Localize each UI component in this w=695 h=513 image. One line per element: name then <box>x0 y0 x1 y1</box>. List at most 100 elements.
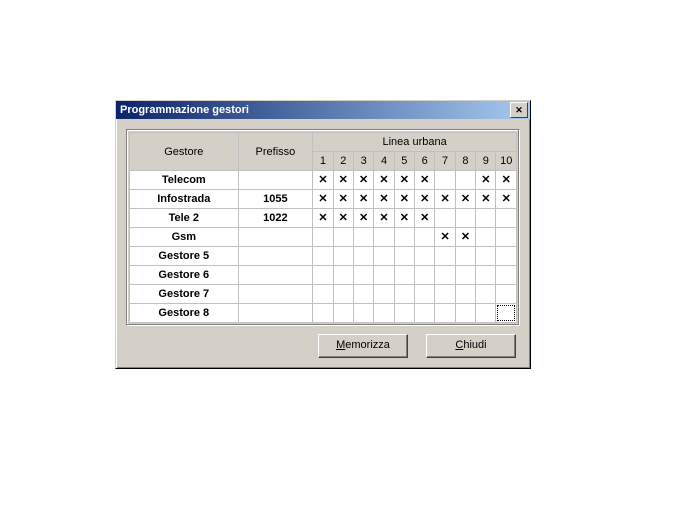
line-cell[interactable] <box>374 171 394 190</box>
line-cell[interactable] <box>496 209 517 228</box>
header-line-7[interactable]: 7 <box>435 152 455 171</box>
line-cell[interactable] <box>313 266 333 285</box>
line-cell[interactable] <box>394 209 414 228</box>
prefisso-cell[interactable]: 1055 <box>238 190 313 209</box>
line-cell[interactable] <box>415 190 435 209</box>
prefisso-cell[interactable] <box>238 247 313 266</box>
header-line-2[interactable]: 2 <box>333 152 353 171</box>
line-cell[interactable] <box>333 209 353 228</box>
line-cell[interactable] <box>313 209 333 228</box>
line-cell[interactable] <box>313 304 333 323</box>
line-cell[interactable] <box>394 304 414 323</box>
line-cell[interactable] <box>353 190 373 209</box>
line-cell[interactable] <box>394 171 414 190</box>
line-cell[interactable] <box>435 285 455 304</box>
line-cell[interactable] <box>435 171 455 190</box>
line-cell[interactable] <box>476 190 496 209</box>
line-cell[interactable] <box>455 247 475 266</box>
gestore-cell[interactable]: Telecom <box>130 171 239 190</box>
line-cell[interactable] <box>435 304 455 323</box>
line-cell[interactable] <box>394 228 414 247</box>
line-cell[interactable] <box>455 209 475 228</box>
line-cell[interactable] <box>476 171 496 190</box>
line-cell[interactable] <box>455 190 475 209</box>
line-cell[interactable] <box>476 228 496 247</box>
line-cell[interactable] <box>455 285 475 304</box>
line-cell[interactable] <box>333 171 353 190</box>
line-cell[interactable] <box>313 190 333 209</box>
gestore-cell[interactable]: Tele 2 <box>130 209 239 228</box>
gestore-cell[interactable]: Gestore 7 <box>130 285 239 304</box>
line-cell[interactable] <box>394 190 414 209</box>
line-cell[interactable] <box>313 247 333 266</box>
line-cell[interactable] <box>394 247 414 266</box>
line-cell[interactable] <box>353 171 373 190</box>
line-cell[interactable] <box>496 247 517 266</box>
line-cell[interactable] <box>435 209 455 228</box>
gestore-cell[interactable]: Gestore 5 <box>130 247 239 266</box>
header-line-1[interactable]: 1 <box>313 152 333 171</box>
close-button[interactable]: ✕ <box>510 102 528 118</box>
line-cell[interactable] <box>415 247 435 266</box>
header-line-8[interactable]: 8 <box>455 152 475 171</box>
line-cell[interactable] <box>496 190 517 209</box>
line-cell[interactable] <box>415 266 435 285</box>
line-cell[interactable] <box>353 304 373 323</box>
gestore-cell[interactable]: Gsm <box>130 228 239 247</box>
line-cell[interactable] <box>455 228 475 247</box>
line-cell[interactable] <box>374 285 394 304</box>
line-cell[interactable] <box>333 304 353 323</box>
line-cell[interactable] <box>415 209 435 228</box>
header-line-4[interactable]: 4 <box>374 152 394 171</box>
line-cell[interactable] <box>496 171 517 190</box>
line-cell[interactable] <box>455 304 475 323</box>
line-cell[interactable] <box>333 190 353 209</box>
line-cell[interactable] <box>374 190 394 209</box>
line-cell[interactable] <box>496 285 517 304</box>
line-cell[interactable] <box>415 171 435 190</box>
header-line-5[interactable]: 5 <box>394 152 414 171</box>
line-cell[interactable] <box>415 228 435 247</box>
line-cell[interactable] <box>353 209 373 228</box>
line-cell[interactable] <box>313 285 333 304</box>
line-cell[interactable] <box>455 171 475 190</box>
line-cell[interactable] <box>496 266 517 285</box>
gestore-cell[interactable]: Gestore 6 <box>130 266 239 285</box>
line-cell[interactable] <box>435 247 455 266</box>
line-cell[interactable] <box>374 247 394 266</box>
line-cell[interactable] <box>374 209 394 228</box>
line-cell[interactable] <box>476 266 496 285</box>
line-cell[interactable] <box>333 285 353 304</box>
line-cell[interactable] <box>353 285 373 304</box>
line-cell[interactable] <box>353 247 373 266</box>
line-cell[interactable] <box>476 247 496 266</box>
line-cell[interactable] <box>455 266 475 285</box>
line-cell[interactable] <box>374 304 394 323</box>
line-cell[interactable] <box>476 209 496 228</box>
line-cell[interactable] <box>415 304 435 323</box>
line-cell[interactable] <box>476 285 496 304</box>
line-cell[interactable] <box>374 228 394 247</box>
line-cell[interactable] <box>496 228 517 247</box>
line-cell[interactable] <box>333 266 353 285</box>
line-cell[interactable] <box>415 285 435 304</box>
prefisso-cell[interactable] <box>238 304 313 323</box>
line-cell[interactable] <box>353 266 373 285</box>
line-cell[interactable] <box>394 266 414 285</box>
line-cell[interactable] <box>496 304 517 323</box>
gestore-cell[interactable]: Gestore 8 <box>130 304 239 323</box>
line-cell[interactable] <box>374 266 394 285</box>
line-cell[interactable] <box>435 228 455 247</box>
header-line-3[interactable]: 3 <box>353 152 373 171</box>
prefisso-cell[interactable] <box>238 266 313 285</box>
line-cell[interactable] <box>435 266 455 285</box>
line-cell[interactable] <box>313 171 333 190</box>
line-cell[interactable] <box>313 228 333 247</box>
prefisso-cell[interactable]: 1022 <box>238 209 313 228</box>
header-line-6[interactable]: 6 <box>415 152 435 171</box>
line-cell[interactable] <box>333 247 353 266</box>
line-cell[interactable] <box>333 228 353 247</box>
prefisso-cell[interactable] <box>238 228 313 247</box>
header-line-10[interactable]: 10 <box>496 152 517 171</box>
line-cell[interactable] <box>435 190 455 209</box>
